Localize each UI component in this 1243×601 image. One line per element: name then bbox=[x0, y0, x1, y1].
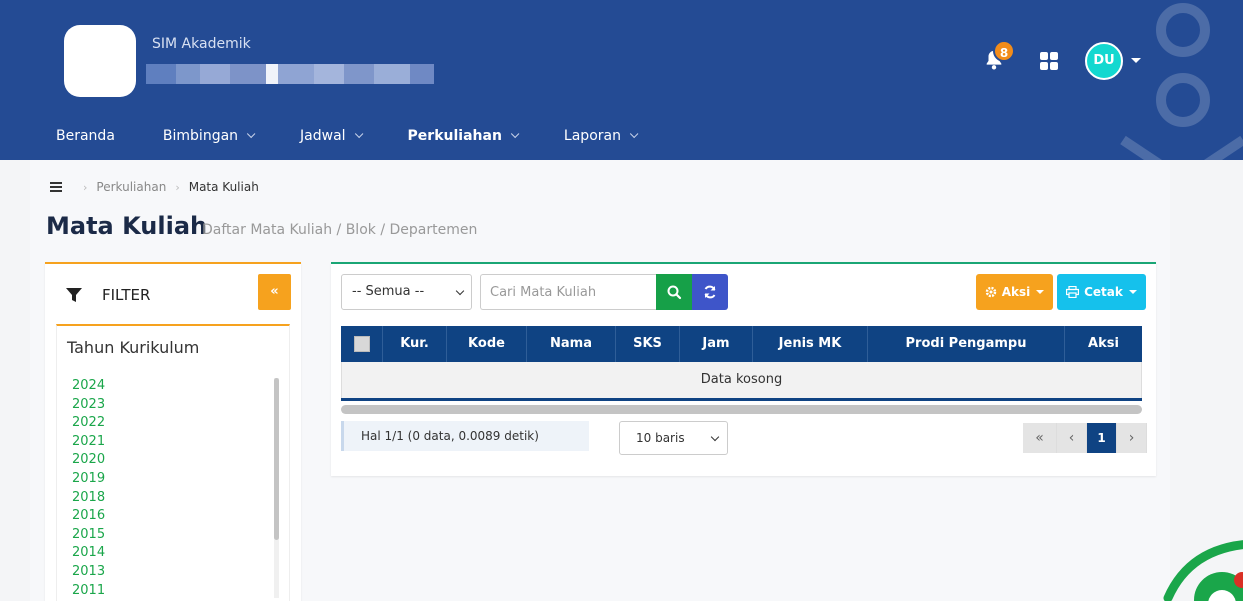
chevron-down-icon bbox=[710, 432, 720, 442]
search-button[interactable] bbox=[656, 274, 692, 310]
chevron-down-icon bbox=[510, 129, 520, 139]
blurred-institution-name bbox=[146, 64, 434, 84]
reload-button[interactable] bbox=[692, 274, 728, 310]
year-item[interactable]: 2024 bbox=[72, 377, 105, 396]
app-logo[interactable] bbox=[64, 25, 136, 97]
chevron-down-icon bbox=[629, 129, 639, 139]
table-empty-row: Data kosong bbox=[341, 362, 1142, 398]
nav-label: Perkuliahan bbox=[407, 128, 502, 144]
nav-label: Laporan bbox=[563, 128, 621, 144]
filter-header: FILTER bbox=[66, 286, 150, 304]
year-item[interactable]: 2016 bbox=[72, 507, 105, 526]
apps-grid-icon[interactable] bbox=[1040, 52, 1060, 72]
chevron-down-icon bbox=[1128, 290, 1137, 294]
next-page-button[interactable]: › bbox=[1117, 423, 1147, 453]
breadcrumb-separator-icon: › bbox=[83, 180, 88, 194]
search-input[interactable] bbox=[480, 274, 656, 310]
printer-icon bbox=[1066, 286, 1080, 298]
column-header[interactable]: Jam bbox=[680, 326, 753, 362]
column-header[interactable]: Jenis MK bbox=[753, 326, 868, 362]
first-page-button[interactable]: « bbox=[1023, 423, 1057, 453]
table-horizontal-scrollbar[interactable] bbox=[341, 405, 1142, 414]
aksi-dropdown-button[interactable]: Aksi bbox=[976, 274, 1053, 310]
aksi-label: Aksi bbox=[1001, 285, 1031, 299]
collapse-filter-button[interactable]: « bbox=[258, 274, 291, 310]
chevron-down-icon bbox=[354, 129, 363, 139]
select-all-cell bbox=[341, 326, 383, 362]
nav-item-laporan[interactable]: Laporan bbox=[563, 126, 639, 146]
nav-label: Jadwal bbox=[300, 128, 346, 144]
search-icon bbox=[667, 285, 682, 300]
prev-page-button[interactable]: ‹ bbox=[1057, 423, 1087, 453]
app-name: SIM Akademik bbox=[152, 36, 251, 52]
pagination-info: Hal 1/1 (0 data, 0.0089 detik) bbox=[341, 421, 589, 451]
notification-badge: 8 bbox=[993, 40, 1015, 62]
rows-per-page-value: 10 baris bbox=[636, 431, 685, 445]
year-item[interactable]: 2020 bbox=[72, 451, 105, 470]
rows-per-page-select[interactable]: 10 baris bbox=[619, 421, 728, 455]
page-title: Mata Kuliah bbox=[46, 212, 208, 240]
help-chat-widget-icon[interactable] bbox=[1160, 538, 1243, 601]
chevron-down-icon bbox=[455, 286, 465, 296]
year-item[interactable]: 2015 bbox=[72, 526, 105, 545]
breadcrumb-current: Mata Kuliah bbox=[188, 180, 259, 194]
decorative-pattern-icon bbox=[1120, 3, 1243, 160]
nav-item-jadwal[interactable]: Jadwal bbox=[300, 126, 363, 146]
cetak-dropdown-button[interactable]: Cetak bbox=[1057, 274, 1146, 310]
pagination: « ‹ 1 › bbox=[1023, 423, 1147, 453]
year-item[interactable]: 2011 bbox=[72, 582, 105, 601]
gear-icon bbox=[985, 286, 996, 298]
year-item[interactable]: 2019 bbox=[72, 470, 105, 489]
column-header[interactable]: SKS bbox=[616, 326, 680, 362]
year-item[interactable]: 2018 bbox=[72, 489, 105, 508]
select-all-checkbox[interactable] bbox=[353, 336, 370, 352]
nav-label: Bimbingan bbox=[162, 128, 239, 144]
nav-item-beranda[interactable]: Beranda bbox=[56, 126, 115, 146]
column-header[interactable]: Kode bbox=[447, 326, 527, 362]
refresh-icon bbox=[704, 285, 716, 299]
hamburger-menu-icon[interactable] bbox=[50, 182, 62, 192]
breadcrumb-separator-icon: › bbox=[175, 180, 180, 194]
nav-label: Beranda bbox=[56, 128, 115, 144]
category-select-value: -- Semua -- bbox=[352, 284, 425, 299]
column-header[interactable]: Prodi Pengampu bbox=[868, 326, 1065, 362]
year-list-scrollbar-thumb[interactable] bbox=[274, 378, 279, 540]
page-subtitle: Daftar Mata Kuliah / Blok / Departemen bbox=[202, 222, 478, 238]
chevron-down-icon[interactable] bbox=[1131, 58, 1141, 63]
column-header[interactable]: Nama bbox=[527, 326, 616, 362]
filter-heading: FILTER bbox=[102, 286, 151, 304]
category-select[interactable]: -- Semua -- bbox=[341, 274, 472, 310]
chevron-down-icon bbox=[246, 129, 256, 139]
cetak-label: Cetak bbox=[1084, 285, 1123, 299]
nav-item-bimbingan[interactable]: Bimbingan bbox=[162, 126, 256, 146]
filter-funnel-icon bbox=[66, 288, 82, 302]
table-bottom-border bbox=[341, 398, 1142, 401]
year-item[interactable]: 2022 bbox=[72, 414, 105, 433]
column-header: Aksi bbox=[1088, 336, 1119, 351]
year-item[interactable]: 2021 bbox=[72, 433, 105, 452]
breadcrumb: › Perkuliahan › Mata Kuliah bbox=[50, 180, 259, 194]
main-nav: Beranda Bimbingan Jadwal Perkuliahan Lap… bbox=[56, 126, 683, 146]
year-item[interactable]: 2014 bbox=[72, 544, 105, 563]
curriculum-year-list: 2024 2023 2022 2021 2020 2019 2018 2016 … bbox=[72, 377, 105, 600]
page-button-current[interactable]: 1 bbox=[1087, 423, 1117, 453]
user-avatar[interactable]: DU bbox=[1085, 42, 1123, 80]
year-item[interactable]: 2013 bbox=[72, 563, 105, 582]
curriculum-year-title: Tahun Kurikulum bbox=[67, 338, 200, 357]
chevron-down-icon bbox=[1036, 290, 1045, 294]
column-header[interactable]: Kur. bbox=[383, 326, 447, 362]
breadcrumb-parent[interactable]: Perkuliahan bbox=[96, 180, 166, 194]
year-item[interactable]: 2023 bbox=[72, 396, 105, 415]
nav-item-perkuliahan[interactable]: Perkuliahan bbox=[407, 126, 520, 146]
table-header: Kur. Kode Nama SKS Jam Jenis MK Prodi Pe… bbox=[341, 326, 1142, 362]
